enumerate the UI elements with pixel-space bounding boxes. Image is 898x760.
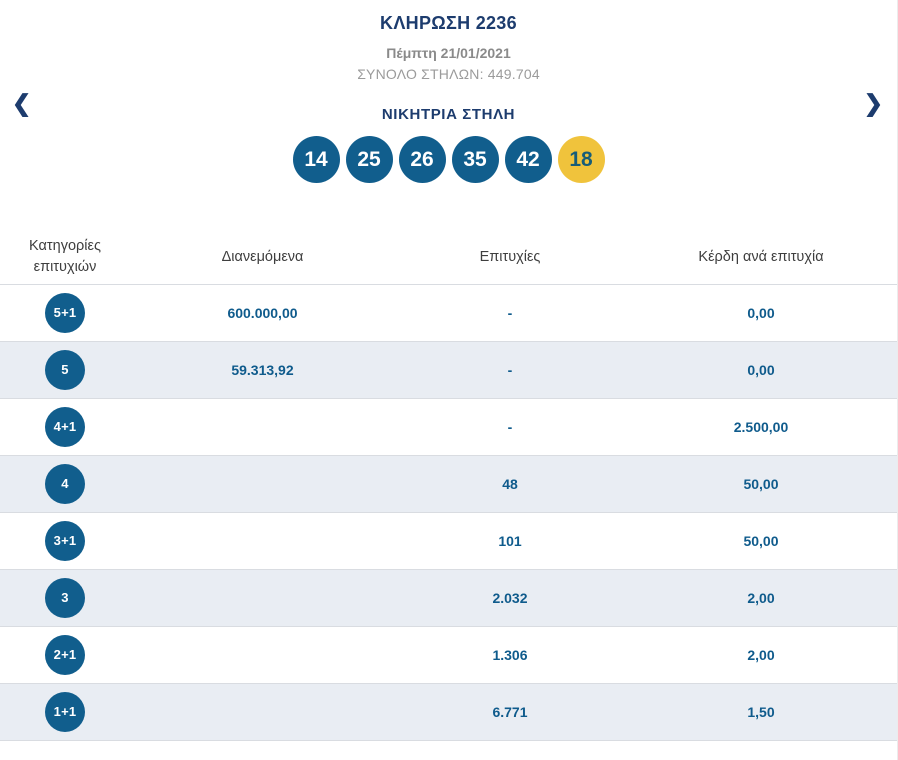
draw-header: ΚΛΗΡΩΣΗ 2236 Πέμπτη 21/01/2021 ΣΥΝΟΛΟ ΣΤ…: [0, 0, 897, 82]
cell-distributed: [130, 683, 395, 741]
joker-draw-results-page: ΚΛΗΡΩΣΗ 2236 Πέμπτη 21/01/2021 ΣΥΝΟΛΟ ΣΤ…: [0, 0, 898, 760]
cell-distributed: [130, 512, 395, 570]
prize-table-row: 4 48 50,00: [0, 455, 897, 513]
prize-table: Κατηγορίες επιτυχιών Διανεμόμενα Επιτυχί…: [0, 231, 897, 741]
prize-table-row: 2+1 1.306 2,00: [0, 626, 897, 684]
chevron-left-icon: ❮: [12, 90, 32, 116]
cell-prize: 2,00: [625, 626, 897, 684]
prize-table-body: 5+1 600.000,00 - 0,00 5 59.313,92 - 0,00…: [0, 284, 897, 741]
prize-table-header-row: Κατηγορίες επιτυχιών Διανεμόμενα Επιτυχί…: [0, 231, 897, 285]
cell-prize: 2,00: [625, 569, 897, 627]
cell-winners: 1.306: [395, 626, 625, 684]
category-badge: 1+1: [45, 691, 85, 732]
header-winners: Επιτυχίες: [395, 231, 625, 285]
category-badge: 4: [45, 463, 85, 504]
cell-prize: 0,00: [625, 284, 897, 342]
cell-distributed: [130, 626, 395, 684]
winning-numbers: 14 25 26 35 42 18: [0, 136, 897, 183]
category-badge: 5: [45, 349, 85, 390]
cell-distributed: 600.000,00: [130, 284, 395, 342]
category-badge: 5+1: [45, 292, 85, 333]
draw-title: ΚΛΗΡΩΣΗ 2236: [380, 13, 517, 33]
cell-distributed: [130, 398, 395, 456]
header-prize: Κέρδη ανά επιτυχία: [625, 231, 897, 285]
prize-table-row: 1+1 6.771 1,50: [0, 683, 897, 741]
category-badge: 2+1: [45, 634, 85, 675]
cell-prize: 50,00: [625, 455, 897, 513]
cell-winners: 2.032: [395, 569, 625, 627]
category-badge: 3: [45, 577, 85, 618]
cell-distributed: [130, 455, 395, 513]
prize-table-row: 4+1 - 2.500,00: [0, 398, 897, 456]
cell-winners: -: [395, 284, 625, 342]
header-categories: Κατηγορίες επιτυχιών: [0, 231, 130, 285]
cell-winners: 101: [395, 512, 625, 570]
cell-distributed: [130, 569, 395, 627]
prize-table-row: 3 2.032 2,00: [0, 569, 897, 627]
cell-prize: 50,00: [625, 512, 897, 570]
draw-date: Πέμπτη 21/01/2021: [386, 45, 511, 61]
winning-number-ball: 14: [292, 136, 340, 183]
winning-column-title: ΝΙΚΗΤΡΙΑ ΣΤΗΛΗ: [381, 106, 516, 123]
winning-number-ball: 35: [451, 136, 499, 183]
cell-prize: 1,50: [625, 683, 897, 741]
cell-winners: -: [395, 341, 625, 399]
total-columns-value: 449.704: [487, 66, 540, 82]
cell-distributed: 59.313,92: [130, 341, 395, 399]
header-distributed: Διανεμόμενα: [130, 231, 395, 285]
cell-winners: 6.771: [395, 683, 625, 741]
cell-prize: 2.500,00: [625, 398, 897, 456]
winning-number-ball: 26: [398, 136, 446, 183]
total-columns: ΣΥΝΟΛΟ ΣΤΗΛΩΝ: 449.704: [0, 66, 897, 82]
prize-table-row: 5+1 600.000,00 - 0,00: [0, 284, 897, 342]
category-badge: 3+1: [45, 520, 85, 561]
cell-winners: 48: [395, 455, 625, 513]
total-columns-label: ΣΥΝΟΛΟ ΣΤΗΛΩΝ:: [357, 66, 484, 82]
category-badge: 4+1: [45, 406, 85, 447]
winning-number-ball: 25: [345, 136, 393, 183]
cell-winners: -: [395, 398, 625, 456]
next-draw-button[interactable]: ❯: [860, 88, 887, 119]
joker-number-ball: 18: [557, 136, 605, 183]
previous-draw-button[interactable]: ❮: [8, 88, 35, 119]
prize-table-row: 5 59.313,92 - 0,00: [0, 341, 897, 399]
chevron-right-icon: ❯: [863, 90, 883, 116]
cell-prize: 0,00: [625, 341, 897, 399]
prize-table-row: 3+1 101 50,00: [0, 512, 897, 570]
winning-number-ball: 42: [504, 136, 552, 183]
